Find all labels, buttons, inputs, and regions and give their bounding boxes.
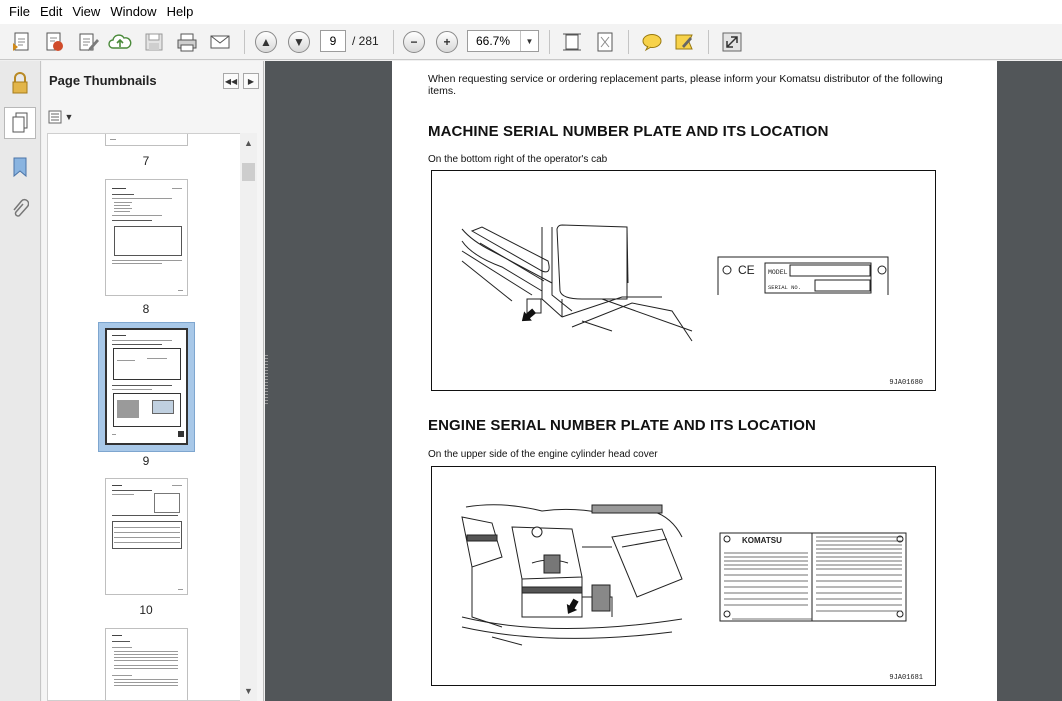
plus-icon: + [436, 31, 458, 53]
comment-icon[interactable] [638, 28, 666, 56]
menu-bar: File Edit View Window Help [0, 0, 1062, 24]
figure-code: 9JA01680 [889, 379, 923, 387]
toolbar: ▲ ▼ 9 / 281 − + 66.7% ▼ [0, 24, 1062, 60]
panel-splitter-handle[interactable] [265, 355, 268, 405]
figure-machine-plate: CE MODEL SERIAL NO. 9JA01680 [431, 170, 936, 391]
thumbnail-page-10[interactable] [105, 478, 188, 595]
print-icon[interactable] [173, 28, 201, 56]
section-heading-engine-plate: ENGINE SERIAL NUMBER PLATE AND ITS LOCAT… [428, 417, 816, 434]
scroll-up-icon[interactable]: ▲ [240, 135, 257, 151]
menu-window[interactable]: Window [105, 0, 161, 24]
menu-view[interactable]: View [67, 0, 105, 24]
page-total-label: / 281 [352, 34, 379, 48]
minus-icon: − [403, 31, 425, 53]
previous-page-button[interactable]: ▲ [252, 28, 280, 56]
email-icon[interactable] [206, 28, 234, 56]
cab-illustration: CE MODEL SERIAL NO. [461, 224, 889, 342]
zoom-select[interactable]: 66.7% ▼ [467, 30, 539, 52]
scroll-down-icon[interactable]: ▼ [240, 683, 257, 699]
menu-help[interactable]: Help [162, 0, 199, 24]
attachment-icon[interactable] [6, 195, 34, 223]
engine-illustration: KOMATSU [461, 504, 907, 646]
zoom-value: 66.7% [476, 34, 511, 48]
thumbnail-page-8[interactable] [105, 179, 188, 296]
options-menu-icon[interactable]: ▼ [48, 108, 74, 126]
thumbnail-label: 10 [139, 603, 153, 617]
panel-title: Page Thumbnails [49, 73, 157, 88]
komatsu-logo: KOMATSU [742, 536, 782, 545]
document-view[interactable]: When requesting service or ordering repl… [265, 61, 1062, 701]
page-thumbnails-tab[interactable] [4, 107, 36, 139]
thumbnail-label: 8 [142, 302, 150, 316]
highlight-icon[interactable] [671, 28, 699, 56]
lock-icon[interactable] [6, 69, 34, 97]
pages-icon [12, 112, 28, 133]
upload-cloud-icon[interactable] [106, 28, 134, 56]
zoom-out-button[interactable]: − [400, 28, 428, 56]
thumbnail-page-11[interactable] [105, 628, 188, 700]
fit-page-icon[interactable] [591, 28, 619, 56]
thumbnail-label: 9 [142, 454, 150, 468]
next-page-button[interactable]: ▼ [285, 28, 313, 56]
bookmark-icon[interactable] [6, 153, 34, 181]
arrow-down-icon: ▼ [288, 31, 310, 53]
collapse-panel-button[interactable]: ◀◀ [223, 73, 239, 89]
expand-icon[interactable] [718, 28, 746, 56]
thumbnail-scrollbar[interactable]: ▲ ▼ [240, 133, 257, 701]
edit-document-icon[interactable] [74, 28, 102, 56]
zoom-in-button[interactable]: + [433, 28, 461, 56]
thumbnails-panel: Page Thumbnails ◀◀ ▶ ▼ 7 8 9 10 ▲ ▼ [42, 61, 264, 701]
menu-edit[interactable]: Edit [35, 0, 67, 24]
thumbnail-page-7[interactable] [105, 134, 188, 146]
chevron-down-icon[interactable]: ▼ [520, 31, 538, 51]
plate-serial-label: SERIAL NO. [768, 284, 801, 291]
caption-engine-plate: On the upper side of the engine cylinder… [428, 449, 658, 460]
section-heading-machine-plate: MACHINE SERIAL NUMBER PLATE AND ITS LOCA… [428, 123, 829, 140]
menu-file[interactable]: File [4, 0, 35, 24]
document-page: When requesting service or ordering repl… [392, 61, 997, 701]
navigation-strip [0, 61, 41, 701]
expand-panel-button[interactable]: ▶ [243, 73, 259, 89]
page-number-input[interactable]: 9 [320, 30, 346, 52]
scroll-thumb[interactable] [242, 163, 255, 181]
arrow-up-icon: ▲ [255, 31, 277, 53]
save-icon[interactable] [140, 28, 168, 56]
ce-mark: CE [738, 263, 755, 277]
thumbnail-label: 7 [142, 154, 150, 168]
fit-width-icon[interactable] [558, 28, 586, 56]
figure-code: 9JA01681 [889, 674, 923, 682]
create-pdf-icon[interactable] [8, 28, 36, 56]
plate-model-label: MODEL [768, 269, 788, 276]
figure-engine-plate: KOMATSU 9JA01681 [431, 466, 936, 686]
thumbnail-list[interactable]: 7 8 9 10 [47, 133, 245, 701]
pdf-settings-icon[interactable] [40, 28, 68, 56]
intro-text: When requesting service or ordering repl… [428, 73, 943, 97]
thumbnail-page-9[interactable] [105, 328, 188, 445]
caption-machine-plate: On the bottom right of the operator's ca… [428, 154, 608, 165]
